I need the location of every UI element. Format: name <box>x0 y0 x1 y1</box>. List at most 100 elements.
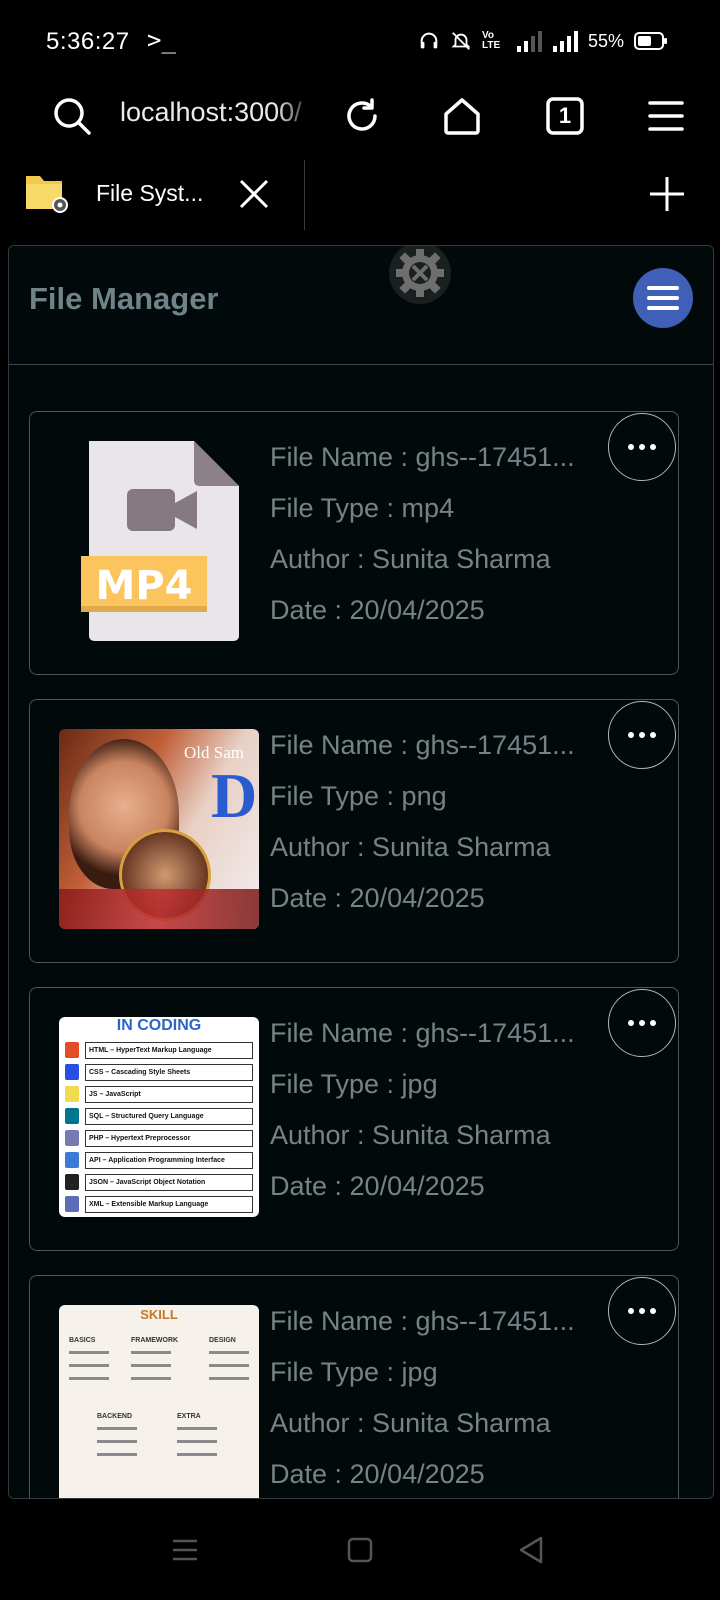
tech-icon <box>65 1196 79 1212</box>
image-thumbnail: IN CODING HTML – HyperText Markup Langua… <box>59 1017 259 1217</box>
coding-row: XML – Extensible Markup Language <box>65 1193 253 1215</box>
more-options-button[interactable] <box>608 413 676 481</box>
skill-item <box>131 1377 171 1380</box>
more-options-button[interactable] <box>608 989 676 1057</box>
file-info: File Name : ghs--17451... File Type : pn… <box>270 724 590 928</box>
coding-row-label: SQL – Structured Query Language <box>85 1107 253 1125</box>
skill-item <box>209 1364 249 1367</box>
status-time: 5:36:27 <box>46 28 130 55</box>
signal-icon-2 <box>552 31 578 52</box>
skill-item <box>131 1351 171 1354</box>
image-thumbnail: Old Sam D <box>59 729 259 929</box>
search-icon[interactable] <box>44 88 100 144</box>
file-type: File Type : jpg <box>270 1069 438 1099</box>
signal-icon-1 <box>516 31 542 52</box>
close-tab-icon[interactable] <box>238 178 270 210</box>
file-info: File Name : ghs--17451... File Type : mp… <box>270 436 590 640</box>
coding-row-label: JS – JavaScript <box>85 1085 253 1103</box>
file-name: File Name : ghs--17451... <box>270 730 575 760</box>
skill-column-heading: BASICS <box>69 1337 96 1344</box>
coding-row-label: PHP – Hypertext Preprocessor <box>85 1129 253 1147</box>
system-nav-bar <box>0 1500 720 1600</box>
reload-icon[interactable] <box>334 88 390 144</box>
file-name: File Name : ghs--17451... <box>270 1306 575 1336</box>
tech-icon <box>65 1064 79 1080</box>
tech-icon <box>65 1042 79 1058</box>
status-icons: Vo LTE 55% <box>418 30 668 52</box>
tech-icon <box>65 1108 79 1124</box>
image-thumbnail: SKILL BASICS FRAMEWORK DESIGN BACKEND EXTRA <box>59 1305 259 1498</box>
skill-item <box>97 1427 137 1430</box>
hamburger-menu-icon[interactable] <box>638 88 694 144</box>
mute-bell-icon <box>451 32 471 50</box>
skill-item <box>69 1364 109 1367</box>
tabs-count-button[interactable]: 1 <box>537 88 593 144</box>
coding-row: JS – JavaScript <box>65 1083 253 1105</box>
coding-row-label: XML – Extensible Markup Language <box>85 1195 253 1213</box>
file-info: File Name : ghs--17451... File Type : jp… <box>270 1012 590 1216</box>
home-nav-icon[interactable] <box>332 1522 388 1578</box>
coding-row: CSS – Cascading Style Sheets <box>65 1061 253 1083</box>
skill-item <box>97 1440 137 1443</box>
more-options-button[interactable] <box>608 701 676 769</box>
tech-icon <box>65 1152 79 1168</box>
tab-title: File Syst... <box>96 180 204 206</box>
coding-row: JSON – JavaScript Object Notation <box>65 1171 253 1193</box>
tab-divider <box>304 160 305 230</box>
roses-decoration <box>59 889 259 929</box>
coding-row: HTML – HyperText Markup Language <box>65 1039 253 1061</box>
tab-file-system[interactable]: File Syst... <box>0 158 300 230</box>
file-author: Author : Sunita Sharma <box>270 1408 551 1438</box>
skill-column-heading: EXTRA <box>177 1413 201 1420</box>
volte-icon: Vo LTE <box>481 30 501 51</box>
status-bar: 5:36:27 >_ Vo LTE 55% <box>0 0 720 80</box>
tech-icon <box>65 1086 79 1102</box>
page-title: File Manager <box>29 281 219 316</box>
file-card[interactable]: MP4 File Name : ghs--17451... File Type … <box>29 411 679 675</box>
file-name: File Name : ghs--17451... <box>270 442 575 472</box>
recents-menu-icon[interactable] <box>157 1522 213 1578</box>
battery-percent: 55% <box>587 30 624 51</box>
skill-item <box>209 1377 249 1380</box>
coding-row: SQL – Structured Query Language <box>65 1105 253 1127</box>
headphones-icon <box>420 32 438 49</box>
new-tab-icon[interactable] <box>648 175 686 213</box>
skill-item <box>69 1351 109 1354</box>
mp4-badge-text: MP4 <box>96 563 193 609</box>
thumb-heading: SKILL <box>140 1307 178 1322</box>
coding-row-label: API – Application Programming Interface <box>85 1151 253 1169</box>
skill-item <box>177 1440 217 1443</box>
file-date: Date : 20/04/2025 <box>270 1171 485 1201</box>
terminal-icon: >_ <box>147 26 176 54</box>
browser-toolbar: localhost:3000/ 1 <box>0 80 720 155</box>
skill-item <box>97 1453 137 1456</box>
home-icon[interactable] <box>434 88 490 144</box>
menu-button[interactable] <box>633 268 693 328</box>
file-card[interactable]: SKILL BASICS FRAMEWORK DESIGN BACKEND EXTRA … <box>29 1275 679 1498</box>
skill-column-heading: DESIGN <box>209 1337 236 1344</box>
overlay-letter: D <box>211 760 258 831</box>
coding-row-label: JSON – JavaScript Object Notation <box>85 1173 253 1191</box>
file-author: Author : Sunita Sharma <box>270 1120 551 1150</box>
folder-gear-icon <box>26 176 68 213</box>
file-card[interactable]: IN CODING HTML – HyperText Markup Langua… <box>29 987 679 1251</box>
file-type: File Type : png <box>270 781 447 811</box>
url-field[interactable]: localhost:3000/ <box>120 97 315 128</box>
file-type: File Type : jpg <box>270 1357 438 1387</box>
file-date: Date : 20/04/2025 <box>270 595 485 625</box>
battery-icon <box>634 32 667 50</box>
file-author: Author : Sunita Sharma <box>270 544 551 574</box>
skill-item <box>177 1427 217 1430</box>
file-date: Date : 20/04/2025 <box>270 1459 485 1489</box>
back-nav-icon[interactable] <box>503 1522 559 1578</box>
tabs-count: 1 <box>558 103 572 128</box>
skill-column-heading: BACKEND <box>97 1413 132 1420</box>
tab-strip: File Syst... <box>0 158 720 230</box>
page-content: File Manager MP4 File Name: ghs--17451.… <box>8 245 714 1499</box>
settings-tools-icon[interactable] <box>389 246 451 304</box>
more-options-button[interactable] <box>608 1277 676 1345</box>
coding-rows: HTML – HyperText Markup Language CSS – Ca… <box>65 1039 253 1215</box>
skill-item <box>209 1351 249 1354</box>
file-card[interactable]: Old Sam D File Name : ghs--17451... File… <box>29 699 679 963</box>
coding-row: API – Application Programming Interface <box>65 1149 253 1171</box>
